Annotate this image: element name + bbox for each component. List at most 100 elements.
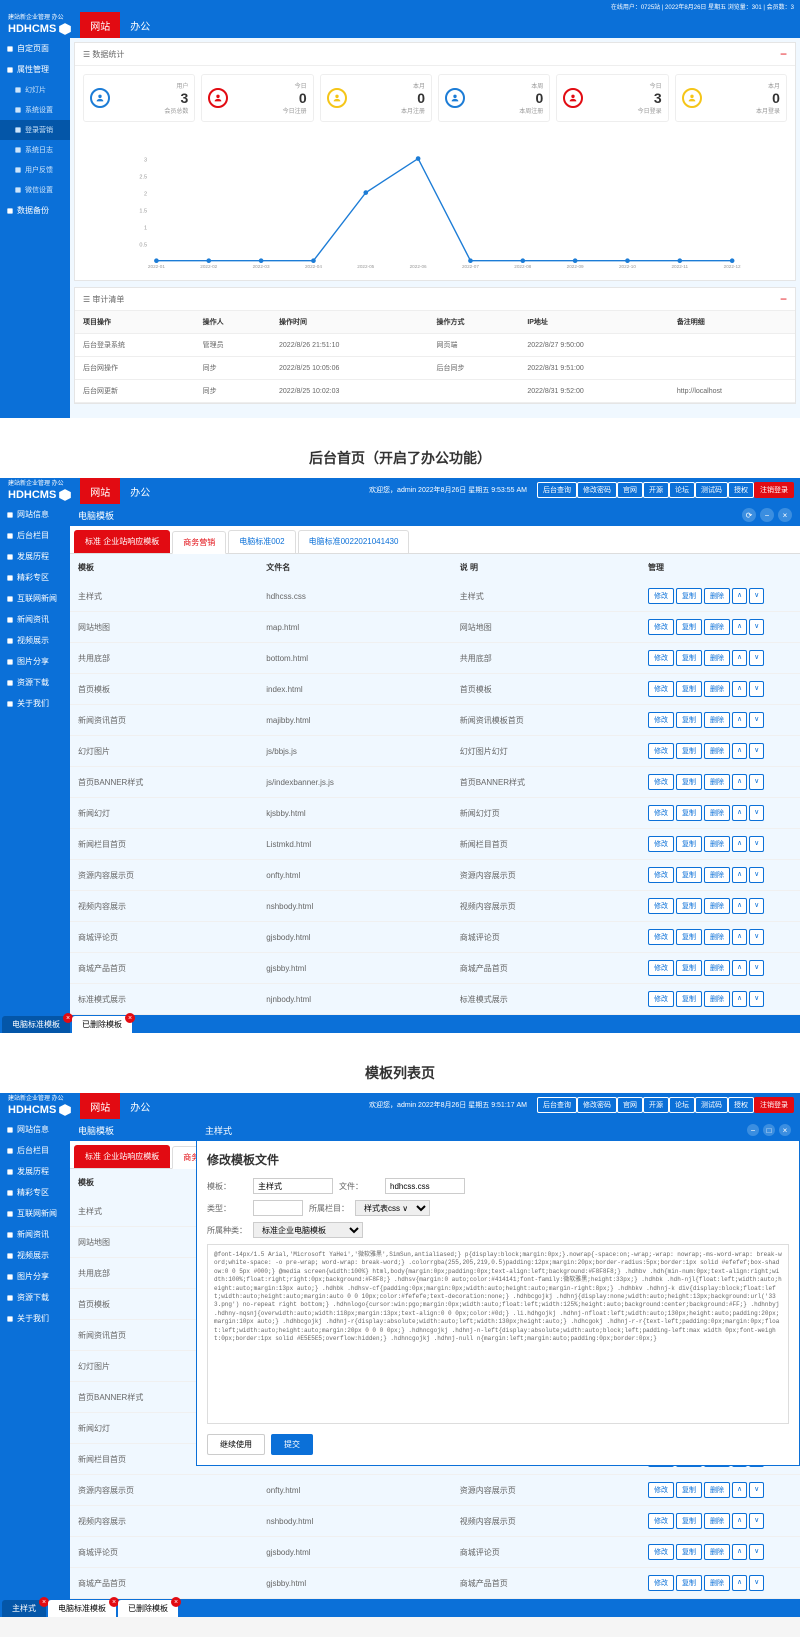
header-btn[interactable]: 论坛 xyxy=(669,1097,695,1113)
action-修改[interactable]: 修改 xyxy=(648,1575,674,1591)
type-input[interactable] xyxy=(253,1200,303,1216)
action-删除[interactable]: 删除 xyxy=(704,898,730,914)
header-btn[interactable]: 官网 xyxy=(617,482,643,498)
down-icon[interactable]: ∨ xyxy=(749,1513,764,1529)
header-btn[interactable]: 修改密码 xyxy=(577,482,617,498)
up-icon[interactable]: ∧ xyxy=(732,619,747,635)
up-icon[interactable]: ∧ xyxy=(732,1575,747,1591)
maximize-icon[interactable]: □ xyxy=(763,1124,775,1136)
action-修改[interactable]: 修改 xyxy=(648,898,674,914)
sidebar-item[interactable]: 属性管理 xyxy=(0,59,70,80)
up-icon[interactable]: ∧ xyxy=(732,929,747,945)
minimize-icon[interactable]: − xyxy=(747,1124,759,1136)
action-修改[interactable]: 修改 xyxy=(648,774,674,790)
action-复制[interactable]: 复制 xyxy=(676,1544,702,1560)
action-修改[interactable]: 修改 xyxy=(648,650,674,666)
action-删除[interactable]: 删除 xyxy=(704,619,730,635)
up-icon[interactable]: ∧ xyxy=(732,1513,747,1529)
action-删除[interactable]: 删除 xyxy=(704,929,730,945)
up-icon[interactable]: ∧ xyxy=(732,991,747,1007)
header-btn[interactable]: 授权 xyxy=(728,482,754,498)
close-icon[interactable]: × xyxy=(778,508,792,522)
action-修改[interactable]: 修改 xyxy=(648,681,674,697)
sidebar-item[interactable]: 资源下载 xyxy=(0,672,70,693)
header-btn[interactable]: 官网 xyxy=(617,1097,643,1113)
up-icon[interactable]: ∧ xyxy=(732,774,747,790)
header-btn[interactable]: 修改密码 xyxy=(577,1097,617,1113)
down-icon[interactable]: ∨ xyxy=(749,929,764,945)
action-修改[interactable]: 修改 xyxy=(648,1513,674,1529)
header-btn[interactable]: 开源 xyxy=(643,482,669,498)
action-修改[interactable]: 修改 xyxy=(648,805,674,821)
sidebar-item[interactable]: 数据备份 xyxy=(0,200,70,221)
template-name-input[interactable] xyxy=(253,1178,333,1194)
action-复制[interactable]: 复制 xyxy=(676,588,702,604)
sidebar-item[interactable]: 精彩专区 xyxy=(0,567,70,588)
down-icon[interactable]: ∨ xyxy=(749,898,764,914)
header-btn[interactable]: 测试码 xyxy=(695,1097,728,1113)
action-修改[interactable]: 修改 xyxy=(648,1482,674,1498)
sidebar-item[interactable]: 自定页面 xyxy=(0,38,70,59)
minimize-icon[interactable]: − xyxy=(760,508,774,522)
sidebar-item[interactable]: 互联网新闻 xyxy=(0,1203,70,1224)
down-icon[interactable]: ∨ xyxy=(749,836,764,852)
footer-tab[interactable]: 电脑标准模板× xyxy=(48,1600,116,1617)
up-icon[interactable]: ∧ xyxy=(732,712,747,728)
action-删除[interactable]: 删除 xyxy=(704,867,730,883)
sidebar-item[interactable]: 视频展示 xyxy=(0,630,70,651)
collapse-icon[interactable]: − xyxy=(780,292,787,306)
close-icon[interactable]: × xyxy=(779,1124,791,1136)
tab[interactable]: 商务营销 xyxy=(172,531,226,554)
footer-tab[interactable]: 电脑标准模板× xyxy=(2,1016,70,1033)
action-删除[interactable]: 删除 xyxy=(704,650,730,666)
action-删除[interactable]: 删除 xyxy=(704,836,730,852)
collapse-icon[interactable]: − xyxy=(780,47,787,61)
action-复制[interactable]: 复制 xyxy=(676,867,702,883)
up-icon[interactable]: ∧ xyxy=(732,898,747,914)
action-修改[interactable]: 修改 xyxy=(648,712,674,728)
action-复制[interactable]: 复制 xyxy=(676,805,702,821)
sidebar-item[interactable]: 网站信息 xyxy=(0,504,70,525)
sidebar-item[interactable]: 网站信息 xyxy=(0,1119,70,1140)
action-修改[interactable]: 修改 xyxy=(648,867,674,883)
code-editor[interactable]: @font-14px/1.5 Arial,'Microsoft YaHei','… xyxy=(207,1244,789,1424)
sidebar-item[interactable]: 系统日志 xyxy=(0,140,70,160)
action-删除[interactable]: 删除 xyxy=(704,743,730,759)
sidebar-item[interactable]: 发展历程 xyxy=(0,546,70,567)
action-删除[interactable]: 删除 xyxy=(704,712,730,728)
down-icon[interactable]: ∨ xyxy=(749,960,764,976)
action-复制[interactable]: 复制 xyxy=(676,774,702,790)
up-icon[interactable]: ∧ xyxy=(732,743,747,759)
action-修改[interactable]: 修改 xyxy=(648,588,674,604)
sidebar-item[interactable]: 精彩专区 xyxy=(0,1182,70,1203)
action-删除[interactable]: 删除 xyxy=(704,1482,730,1498)
file-name-input[interactable] xyxy=(385,1178,465,1194)
action-修改[interactable]: 修改 xyxy=(648,619,674,635)
action-删除[interactable]: 删除 xyxy=(704,1575,730,1591)
header-tab-办公[interactable]: 办公 xyxy=(120,12,160,38)
belong-select[interactable]: 标准企业电脑模板 xyxy=(253,1222,363,1238)
sidebar-item[interactable]: 关于我们 xyxy=(0,693,70,714)
sidebar-item[interactable]: 登录营销 xyxy=(0,120,70,140)
down-icon[interactable]: ∨ xyxy=(749,712,764,728)
sidebar-item[interactable]: 幻灯片 xyxy=(0,80,70,100)
action-复制[interactable]: 复制 xyxy=(676,619,702,635)
action-修改[interactable]: 修改 xyxy=(648,836,674,852)
sidebar-item[interactable]: 图片分享 xyxy=(0,1266,70,1287)
up-icon[interactable]: ∧ xyxy=(732,650,747,666)
down-icon[interactable]: ∨ xyxy=(749,1575,764,1591)
down-icon[interactable]: ∨ xyxy=(749,588,764,604)
footer-tab[interactable]: 已删除模板× xyxy=(72,1016,132,1033)
sidebar-item[interactable]: 视频展示 xyxy=(0,1245,70,1266)
header-btn[interactable]: 测试码 xyxy=(695,482,728,498)
sidebar-item[interactable]: 关于我们 xyxy=(0,1308,70,1329)
action-删除[interactable]: 删除 xyxy=(704,1544,730,1560)
action-删除[interactable]: 删除 xyxy=(704,1513,730,1529)
action-复制[interactable]: 复制 xyxy=(676,743,702,759)
action-复制[interactable]: 复制 xyxy=(676,1482,702,1498)
up-icon[interactable]: ∧ xyxy=(732,960,747,976)
down-icon[interactable]: ∨ xyxy=(749,774,764,790)
action-复制[interactable]: 复制 xyxy=(676,650,702,666)
header-btn[interactable]: 开源 xyxy=(643,1097,669,1113)
close-icon[interactable]: × xyxy=(125,1013,135,1023)
